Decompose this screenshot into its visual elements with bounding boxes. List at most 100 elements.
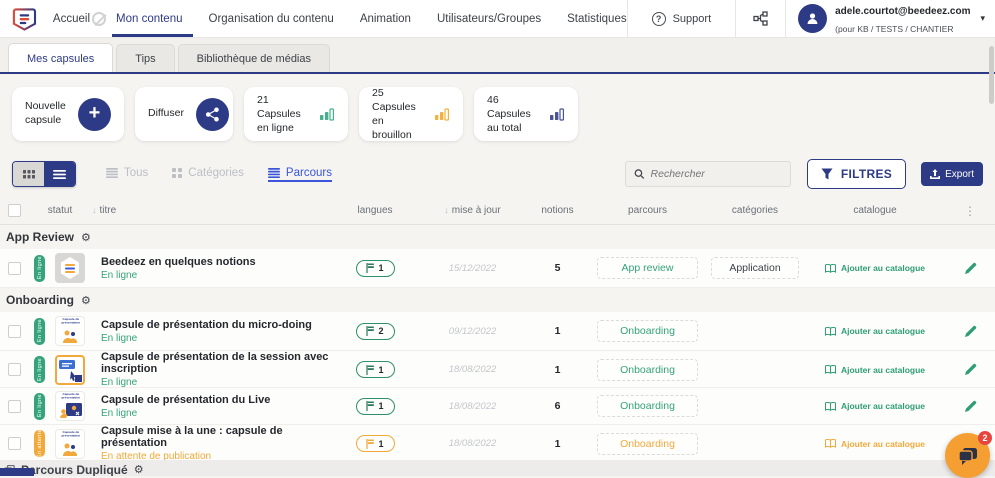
share-icon[interactable] [196,98,229,131]
sort-down-icon[interactable]: ↓ [444,205,449,215]
grid-view-button[interactable] [13,162,44,186]
filter-tab-categories[interactable]: Catégories [172,167,244,182]
parcours-pill[interactable]: Onboarding [597,320,698,342]
col-statut[interactable]: statut [28,205,92,216]
notions-count: 5 [525,262,590,274]
select-all-checkbox[interactable] [8,204,21,217]
col-notions[interactable]: notions [525,205,590,216]
new-capsule-card[interactable]: Nouvelle capsule + [12,87,124,141]
table-row[interactable]: En ligne Beedeez en quelques notions En … [0,249,995,288]
status-pill: En ligne [34,318,45,345]
row-checkbox[interactable] [8,437,21,450]
table-row[interactable]: En ligne Capsule de présentation Capsule… [0,388,995,425]
capsule-info: Capsule de présentation de la session av… [92,351,330,388]
support-label: Support [673,13,712,25]
edit-pencil-icon[interactable] [945,363,995,376]
parcours-pill[interactable]: App review [597,257,698,279]
row-checkbox[interactable] [8,262,21,275]
section-app-review: App Review ⚙ [0,225,995,249]
chat-bubbles-icon [957,446,979,466]
gear-icon[interactable]: ⚙ [81,294,91,307]
languages-badge[interactable]: 1 [356,260,395,277]
tab-tips[interactable]: Tips [116,44,174,72]
tab-bibliotheque-de-medias[interactable]: Bibliothèque de médias [178,44,330,72]
col-mise-a-jour[interactable]: ↓mise à jour [420,205,525,216]
table-row[interactable]: En ligne Capsule de présentation Capsule… [0,312,995,351]
parcours-pill[interactable]: Onboarding [597,433,698,455]
row-checkbox[interactable] [8,363,21,376]
nav-accueil[interactable]: Accueil [53,0,90,37]
capsule-title[interactable]: Capsule de présentation de la session av… [101,351,330,375]
account-menu[interactable]: adele.courtot@beedeez.com (pour KB / TES… [786,0,995,37]
nav-animation[interactable]: Animation [360,0,411,37]
filters-button[interactable]: FILTRES [807,159,906,189]
diffuse-card[interactable]: Diffuser [135,87,233,141]
summary-cards: Nouvelle capsule + Diffuser 21 Capsules … [0,74,995,153]
scrollbar-thumb[interactable] [989,46,994,104]
capsule-info: Capsule mise à la une : capsule de prése… [92,425,330,462]
beedeez-logo[interactable] [12,6,37,32]
capsule-title[interactable]: Capsule de présentation du micro-doing [101,319,330,331]
org-share-button[interactable] [736,0,785,37]
filter-tab-parcours[interactable]: Parcours [268,167,332,182]
stat-draft-label: Capsules en brouillon [372,101,416,141]
row-checkbox[interactable] [8,325,21,338]
add-to-catalogue-link[interactable]: Ajouter au catalogue [805,439,945,449]
support-button[interactable]: ? Support [628,0,736,37]
export-button[interactable]: Export [921,162,983,186]
edit-pencil-icon[interactable] [945,400,995,413]
notions-count: 1 [525,364,590,376]
edit-pencil-icon[interactable] [945,262,995,275]
col-langues[interactable]: langues [330,205,420,216]
row-checkbox[interactable] [8,400,21,413]
capsule-status: En ligne [101,333,330,344]
capsule-title[interactable]: Beedeez en quelques notions [101,256,330,268]
sort-down-icon[interactable]: ↓ [92,205,97,215]
search-input[interactable] [651,168,782,180]
nav-utilisateurs-groupes[interactable]: Utilisateurs/Groupes [437,0,541,37]
capsule-thumbnail[interactable]: Capsule de présentation [55,316,85,346]
list-view-button[interactable] [44,162,75,186]
capsule-thumbnail-selected[interactable] [55,355,85,385]
capsule-thumbnail[interactable] [55,253,85,283]
parcours-pill[interactable]: Onboarding [597,359,698,381]
table-row[interactable]: En attente Capsule de présentation Capsu… [0,425,995,462]
capsule-title[interactable]: Capsule mise à la une : capsule de prése… [101,425,330,449]
columns-menu-icon[interactable]: ⋮ [945,204,995,218]
parcours-pill[interactable]: Onboarding [597,395,698,417]
col-parcours[interactable]: parcours [590,205,705,216]
capsule-thumbnail[interactable]: Capsule de présentation [55,429,85,459]
stat-total-label: Capsules au total [487,108,531,134]
add-to-catalogue-link[interactable]: Ajouter au catalogue [805,263,945,273]
filter-tab-tous[interactable]: Tous [106,167,148,182]
gear-icon[interactable]: ⚙ [134,463,144,476]
status-pill: En ligne [34,356,45,383]
capsule-title[interactable]: Capsule de présentation du Live [101,394,330,406]
add-to-catalogue-link[interactable]: Ajouter au catalogue [805,401,945,411]
chat-launcher-button[interactable]: 2 [945,433,990,478]
notions-count: 1 [525,325,590,337]
languages-badge[interactable]: 1 [356,398,395,415]
capsule-thumbnail[interactable]: Capsule de présentation [55,391,85,421]
nav-mon-contenu[interactable]: Mon contenu [116,0,183,37]
gear-icon[interactable]: ⚙ [81,231,91,244]
plus-icon[interactable]: + [78,98,111,131]
tab-mes-capsules[interactable]: Mes capsules [8,43,113,72]
nav-statistiques[interactable]: Statistiques [567,0,626,37]
col-titre[interactable]: ↓titre [92,205,330,216]
languages-badge[interactable]: 1 [356,361,395,378]
export-label: Export [945,169,974,180]
edit-pencil-icon[interactable] [945,325,995,338]
add-to-catalogue-link[interactable]: Ajouter au catalogue [805,326,945,336]
status-pill: En ligne [34,393,45,420]
languages-badge[interactable]: 1 [356,435,395,452]
nav-organisation-du-contenu[interactable]: Organisation du contenu [209,0,334,37]
chevron-down-icon[interactable]: ▾ [980,13,985,24]
table-row[interactable]: En ligne Capsule de présentation de la s… [0,351,995,388]
col-categories[interactable]: catégories [705,205,805,216]
add-to-catalogue-link[interactable]: Ajouter au catalogue [805,365,945,375]
updated-date: 18/08/2022 [420,401,525,412]
category-pill[interactable]: Application [711,257,799,279]
col-catalogue[interactable]: catalogue [805,205,945,216]
languages-badge[interactable]: 2 [356,323,395,340]
